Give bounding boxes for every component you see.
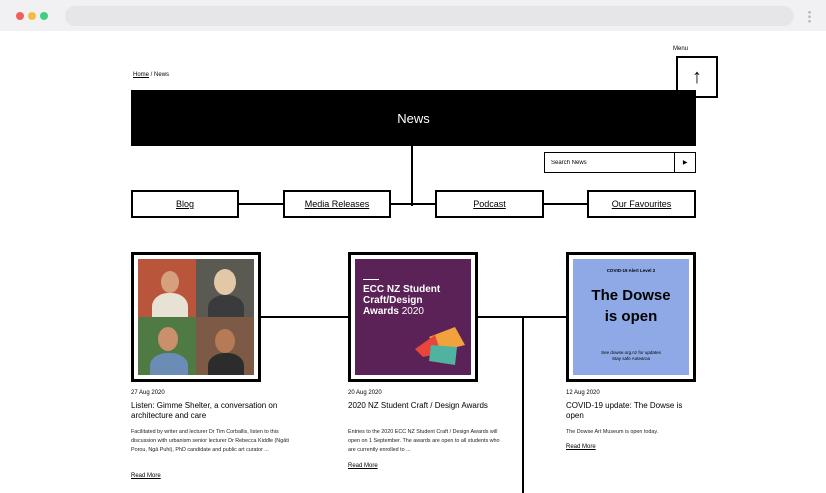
category-label: Blog xyxy=(175,199,194,209)
play-arrow-icon: ▶ xyxy=(682,160,688,166)
page-title-banner: News xyxy=(131,90,696,146)
browser-toolbar xyxy=(0,0,826,31)
graphic-year: 2020 xyxy=(401,306,424,317)
speaker-portraits-image xyxy=(138,259,254,375)
article-image-link[interactable] xyxy=(131,252,261,382)
category-podcast-button[interactable]: Podcast xyxy=(435,190,544,218)
article-image-link[interactable]: COVID-19 Alert Level 2 The Dowse is open… xyxy=(566,252,696,382)
page-title: News xyxy=(397,110,430,126)
graphic-line: Craft/Design xyxy=(363,295,423,306)
graphic-line: ECC NZ Student xyxy=(363,284,441,295)
category-label: Media Releases xyxy=(304,199,370,209)
graphic-text: ECC NZ Student Craft/Design Awards 2020 xyxy=(363,284,463,317)
ecc-awards-graphic: ECC NZ Student Craft/Design Awards 2020 xyxy=(355,259,471,375)
breadcrumb: Home / News xyxy=(133,72,169,78)
address-bar[interactable] xyxy=(65,6,794,26)
close-window-dot[interactable] xyxy=(16,12,24,20)
connector-line xyxy=(522,316,524,493)
search-submit-button[interactable]: ▶ xyxy=(674,153,695,172)
graphic-headline-line: is open xyxy=(604,308,658,325)
browser-menu-icon[interactable] xyxy=(808,10,811,23)
article-date: 12 Aug 2020 xyxy=(566,390,600,396)
menu-label: Menu xyxy=(673,46,689,52)
category-label: Our Favourites xyxy=(611,199,672,209)
search-box: ▶ xyxy=(544,152,696,173)
article-date: 27 Aug 2020 xyxy=(131,390,165,396)
graphic-footnote: See dowse.org.nz for updates xyxy=(601,350,661,355)
category-media-releases-button[interactable]: Media Releases xyxy=(283,190,391,218)
article-image-link[interactable]: ECC NZ Student Craft/Design Awards 2020 xyxy=(348,252,478,382)
up-arrow-icon: ↑ xyxy=(692,65,702,88)
graphic-footnote: Stay safe Aotearoa xyxy=(611,356,651,361)
article-excerpt: Facilitated by writer and lecturer Dr Ti… xyxy=(131,429,289,453)
category-blog-button[interactable]: Blog xyxy=(131,190,239,218)
article-title[interactable]: 2020 NZ Student Craft / Design Awards xyxy=(348,401,498,411)
graphic-rule xyxy=(363,279,379,280)
graphic-headline: The Dowse is open xyxy=(573,285,689,327)
breadcrumb-home-link[interactable]: Home xyxy=(133,72,149,78)
category-our-favourites-button[interactable]: Our Favourites xyxy=(587,190,696,218)
minimize-window-dot[interactable] xyxy=(28,12,36,20)
shapes-graphic-icon xyxy=(415,327,465,365)
connector-line xyxy=(411,146,413,206)
read-more-link[interactable]: Read More xyxy=(566,444,596,450)
article-excerpt: Entries to the 2020 ECC NZ Student Craft… xyxy=(348,429,500,453)
search-input[interactable] xyxy=(545,153,675,172)
article-title[interactable]: Listen: Gimme Shelter, a conversation on… xyxy=(131,401,291,421)
dowse-open-graphic: COVID-19 Alert Level 2 The Dowse is open… xyxy=(573,259,689,375)
read-more-link[interactable]: Read More xyxy=(348,463,378,469)
graphic-line: Awards xyxy=(363,306,399,317)
article-date: 20 Aug 2020 xyxy=(348,390,382,396)
breadcrumb-current: News xyxy=(154,72,170,78)
article-excerpt: The Dowse Art Museum is open today. xyxy=(566,429,659,435)
article-title[interactable]: COVID-19 update: The Dowse is open xyxy=(566,401,701,421)
maximize-window-dot[interactable] xyxy=(40,12,48,20)
category-label: Podcast xyxy=(473,199,506,209)
graphic-headline-line: The Dowse xyxy=(591,287,671,304)
graphic-alert-text: COVID-19 Alert Level 2 xyxy=(606,268,656,273)
read-more-link[interactable]: Read More xyxy=(131,473,161,479)
